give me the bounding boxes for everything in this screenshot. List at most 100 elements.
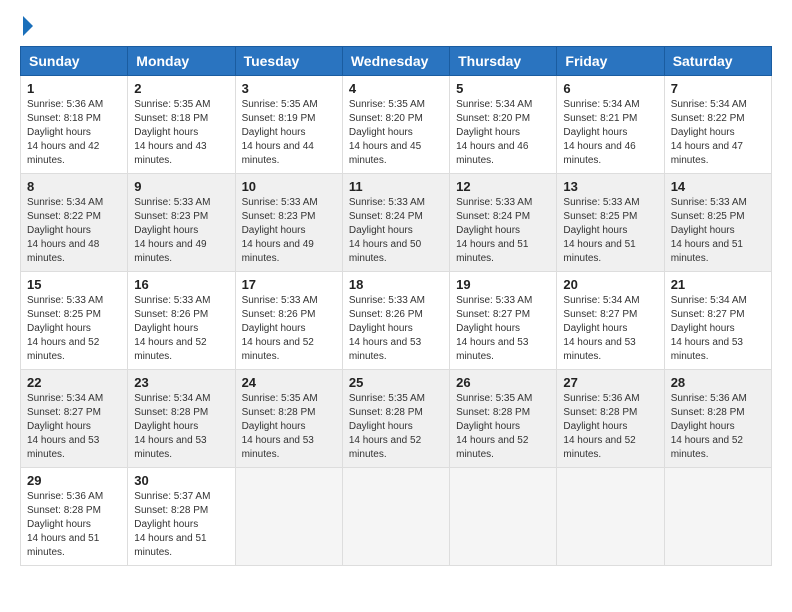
calendar-cell: 17Sunrise: 5:33 AMSunset: 8:26 PMDayligh… bbox=[235, 272, 342, 370]
day-number: 10 bbox=[242, 179, 336, 194]
day-number: 3 bbox=[242, 81, 336, 96]
day-info: Sunrise: 5:34 AMSunset: 8:22 PMDaylight … bbox=[27, 196, 121, 266]
header-friday: Friday bbox=[557, 47, 664, 76]
day-number: 4 bbox=[349, 81, 443, 96]
day-number: 14 bbox=[671, 179, 765, 194]
calendar-cell: 11 Sunrise: 5:33 AMSunset: 8:24 PMDayligh… bbox=[342, 174, 449, 272]
calendar-week-row: 15Sunrise: 5:33 AMSunset: 8:25 PMDayligh… bbox=[21, 272, 772, 370]
day-info: Sunrise: 5:36 AMSunset: 8:28 PMDaylight … bbox=[671, 392, 765, 462]
calendar-cell: 4 Sunrise: 5:35 AMSunset: 8:20 PMDaylight… bbox=[342, 76, 449, 174]
day-number: 7 bbox=[671, 81, 765, 96]
day-number: 27 bbox=[563, 375, 657, 390]
day-info: Sunrise: 5:34 AMSunset: 8:21 PMDaylight … bbox=[563, 98, 657, 168]
day-number: 21 bbox=[671, 277, 765, 292]
calendar-table: SundayMondayTuesdayWednesdayThursdayFrid… bbox=[20, 46, 772, 566]
day-info: Sunrise: 5:34 AMSunset: 8:27 PMDaylight … bbox=[27, 392, 121, 462]
calendar-cell: 24 Sunrise: 5:35 AMSunset: 8:28 PMDayligh… bbox=[235, 370, 342, 468]
day-number: 24 bbox=[242, 375, 336, 390]
calendar-cell: 29 Sunrise: 5:36 AMSunset: 8:28 PMDayligh… bbox=[21, 468, 128, 566]
calendar-cell: 20 Sunrise: 5:34 AMSunset: 8:27 PMDayligh… bbox=[557, 272, 664, 370]
day-number: 19 bbox=[456, 277, 550, 292]
day-info: Sunrise: 5:33 AMSunset: 8:27 PMDaylight … bbox=[456, 294, 550, 364]
calendar-cell: 19 Sunrise: 5:33 AMSunset: 8:27 PMDayligh… bbox=[450, 272, 557, 370]
calendar-cell: 6Sunrise: 5:34 AMSunset: 8:21 PMDaylight… bbox=[557, 76, 664, 174]
day-number: 15 bbox=[27, 277, 121, 292]
calendar-header-row: SundayMondayTuesdayWednesdayThursdayFrid… bbox=[21, 47, 772, 76]
day-number: 30 bbox=[134, 473, 228, 488]
day-info: Sunrise: 5:34 AMSunset: 8:22 PMDaylight … bbox=[671, 98, 765, 168]
calendar-cell: 13 Sunrise: 5:33 AMSunset: 8:25 PMDayligh… bbox=[557, 174, 664, 272]
calendar-cell: 27 Sunrise: 5:36 AMSunset: 8:28 PMDayligh… bbox=[557, 370, 664, 468]
day-info: Sunrise: 5:36 AMSunset: 8:28 PMDaylight … bbox=[27, 490, 121, 560]
day-number: 1 bbox=[27, 81, 121, 96]
day-number: 11 bbox=[349, 179, 443, 194]
header-wednesday: Wednesday bbox=[342, 47, 449, 76]
day-number: 17 bbox=[242, 277, 336, 292]
calendar-cell bbox=[664, 468, 771, 566]
calendar-cell: 25 Sunrise: 5:35 AMSunset: 8:28 PMDayligh… bbox=[342, 370, 449, 468]
day-info: Sunrise: 5:35 AMSunset: 8:28 PMDaylight … bbox=[242, 392, 336, 462]
day-number: 9 bbox=[134, 179, 228, 194]
calendar-cell: 23Sunrise: 5:34 AMSunset: 8:28 PMDayligh… bbox=[128, 370, 235, 468]
day-info: Sunrise: 5:36 AMSunset: 8:28 PMDaylight … bbox=[563, 392, 657, 462]
day-info: Sunrise: 5:34 AMSunset: 8:27 PMDaylight … bbox=[671, 294, 765, 364]
day-number: 28 bbox=[671, 375, 765, 390]
day-number: 2 bbox=[134, 81, 228, 96]
day-info: Sunrise: 5:35 AMSunset: 8:18 PMDaylight … bbox=[134, 98, 228, 168]
calendar-week-row: 29 Sunrise: 5:36 AMSunset: 8:28 PMDayligh… bbox=[21, 468, 772, 566]
day-info: Sunrise: 5:33 AMSunset: 8:24 PMDaylight … bbox=[456, 196, 550, 266]
calendar-cell: 16 Sunrise: 5:33 AMSunset: 8:26 PMDayligh… bbox=[128, 272, 235, 370]
day-info: Sunrise: 5:33 AMSunset: 8:25 PMDaylight … bbox=[563, 196, 657, 266]
day-info: Sunrise: 5:37 AMSunset: 8:28 PMDaylight … bbox=[134, 490, 228, 560]
header-tuesday: Tuesday bbox=[235, 47, 342, 76]
calendar-cell: 14 Sunrise: 5:33 AMSunset: 8:25 PMDayligh… bbox=[664, 174, 771, 272]
day-number: 26 bbox=[456, 375, 550, 390]
header-monday: Monday bbox=[128, 47, 235, 76]
day-number: 18 bbox=[349, 277, 443, 292]
day-info: Sunrise: 5:35 AMSunset: 8:28 PMDaylight … bbox=[456, 392, 550, 462]
header-saturday: Saturday bbox=[664, 47, 771, 76]
page-header bbox=[20, 20, 772, 36]
day-info: Sunrise: 5:33 AMSunset: 8:26 PMDaylight … bbox=[134, 294, 228, 364]
calendar-week-row: 22 Sunrise: 5:34 AMSunset: 8:27 PMDayligh… bbox=[21, 370, 772, 468]
calendar-cell bbox=[557, 468, 664, 566]
calendar-cell: 21 Sunrise: 5:34 AMSunset: 8:27 PMDayligh… bbox=[664, 272, 771, 370]
day-number: 8 bbox=[27, 179, 121, 194]
day-number: 25 bbox=[349, 375, 443, 390]
calendar-cell: 30 Sunrise: 5:37 AMSunset: 8:28 PMDayligh… bbox=[128, 468, 235, 566]
calendar-cell bbox=[450, 468, 557, 566]
calendar-week-row: 1Sunrise: 5:36 AMSunset: 8:18 PMDaylight… bbox=[21, 76, 772, 174]
calendar-cell: 18Sunrise: 5:33 AMSunset: 8:26 PMDayligh… bbox=[342, 272, 449, 370]
calendar-cell: 7 Sunrise: 5:34 AMSunset: 8:22 PMDaylight… bbox=[664, 76, 771, 174]
day-info: Sunrise: 5:33 AMSunset: 8:25 PMDaylight … bbox=[671, 196, 765, 266]
day-info: Sunrise: 5:35 AMSunset: 8:28 PMDaylight … bbox=[349, 392, 443, 462]
day-info: Sunrise: 5:33 AMSunset: 8:23 PMDaylight … bbox=[134, 196, 228, 266]
day-number: 29 bbox=[27, 473, 121, 488]
day-number: 12 bbox=[456, 179, 550, 194]
calendar-cell: 15Sunrise: 5:33 AMSunset: 8:25 PMDayligh… bbox=[21, 272, 128, 370]
day-number: 16 bbox=[134, 277, 228, 292]
calendar-cell bbox=[235, 468, 342, 566]
day-info: Sunrise: 5:34 AMSunset: 8:27 PMDaylight … bbox=[563, 294, 657, 364]
calendar-week-row: 8 Sunrise: 5:34 AMSunset: 8:22 PMDaylight… bbox=[21, 174, 772, 272]
calendar-cell: 1Sunrise: 5:36 AMSunset: 8:18 PMDaylight… bbox=[21, 76, 128, 174]
header-thursday: Thursday bbox=[450, 47, 557, 76]
day-number: 5 bbox=[456, 81, 550, 96]
day-info: Sunrise: 5:34 AMSunset: 8:20 PMDaylight … bbox=[456, 98, 550, 168]
day-info: Sunrise: 5:35 AMSunset: 8:20 PMDaylight … bbox=[349, 98, 443, 168]
logo-arrow-icon bbox=[23, 16, 33, 36]
calendar-cell: 12 Sunrise: 5:33 AMSunset: 8:24 PMDayligh… bbox=[450, 174, 557, 272]
calendar-cell: 9 Sunrise: 5:33 AMSunset: 8:23 PMDaylight… bbox=[128, 174, 235, 272]
day-number: 13 bbox=[563, 179, 657, 194]
logo bbox=[20, 20, 33, 36]
day-info: Sunrise: 5:35 AMSunset: 8:19 PMDaylight … bbox=[242, 98, 336, 168]
day-number: 22 bbox=[27, 375, 121, 390]
calendar-cell: 22 Sunrise: 5:34 AMSunset: 8:27 PMDayligh… bbox=[21, 370, 128, 468]
header-sunday: Sunday bbox=[21, 47, 128, 76]
calendar-cell bbox=[342, 468, 449, 566]
calendar-cell: 26 Sunrise: 5:35 AMSunset: 8:28 PMDayligh… bbox=[450, 370, 557, 468]
calendar-cell: 3 Sunrise: 5:35 AMSunset: 8:19 PMDaylight… bbox=[235, 76, 342, 174]
day-info: Sunrise: 5:33 AMSunset: 8:23 PMDaylight … bbox=[242, 196, 336, 266]
day-info: Sunrise: 5:33 AMSunset: 8:24 PMDaylight … bbox=[349, 196, 443, 266]
day-number: 20 bbox=[563, 277, 657, 292]
